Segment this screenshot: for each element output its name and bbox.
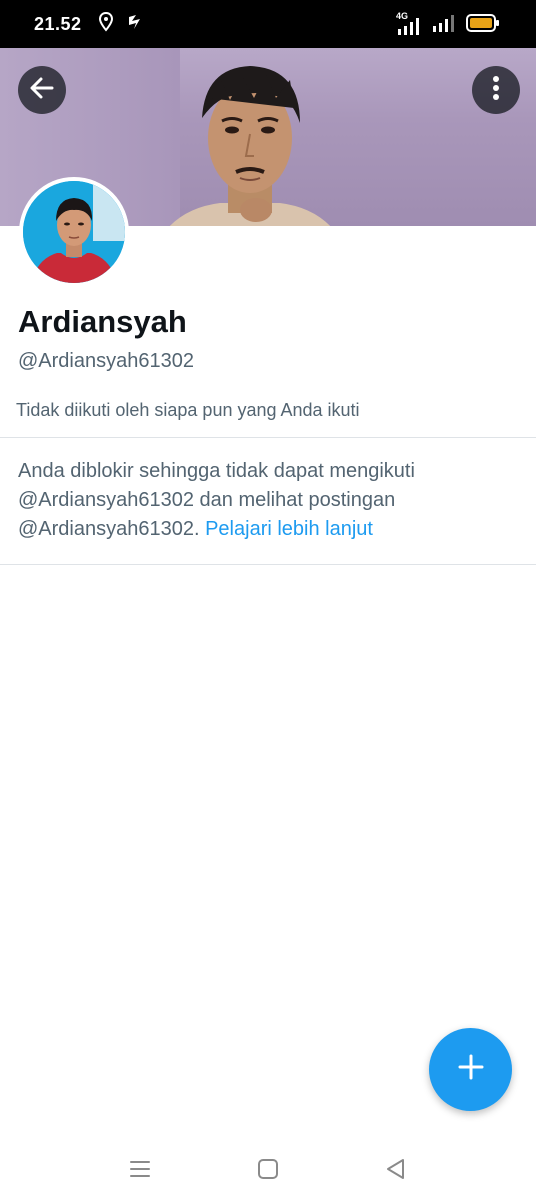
menu-icon[interactable] xyxy=(127,1156,153,1182)
compose-post-button[interactable] xyxy=(429,1028,512,1111)
battery-icon xyxy=(466,13,500,38)
arrow-left-icon xyxy=(28,74,56,107)
home-square-icon[interactable] xyxy=(255,1156,281,1182)
location-icon xyxy=(98,11,114,37)
banner-photo xyxy=(169,66,331,226)
status-left-icons xyxy=(98,11,146,37)
blocked-message: Anda diblokir sehingga tidak dapat mengi… xyxy=(18,457,518,544)
system-nav-bar xyxy=(0,1136,536,1200)
avatar-photo xyxy=(23,181,125,283)
profile-screen: 21.52 4G Ardiansyah @Ardiansyah61302 Tid… xyxy=(0,0,536,1200)
plus-icon xyxy=(457,1053,485,1086)
followed-by-text: Tidak diikuti oleh siapa pun yang Anda i… xyxy=(16,400,360,420)
status-right-icons: 4G xyxy=(396,11,500,39)
back-button[interactable] xyxy=(18,66,66,114)
signal-4g-icon: 4G xyxy=(396,11,422,37)
signal-icon xyxy=(432,12,456,39)
display-name: Ardiansyah xyxy=(18,304,187,339)
user-handle: @Ardiansyah61302 xyxy=(18,350,194,372)
status-bar: 21.52 4G xyxy=(0,0,536,48)
more-options-button[interactable] xyxy=(472,66,520,114)
cast-icon xyxy=(126,12,146,37)
learn-more-link[interactable]: Pelajari lebih lanjut xyxy=(205,518,373,540)
back-triangle-icon[interactable] xyxy=(383,1156,409,1182)
divider-top xyxy=(0,437,536,438)
status-time: 21.52 xyxy=(34,13,82,34)
more-vertical-icon xyxy=(492,75,500,106)
profile-avatar[interactable] xyxy=(19,177,129,287)
divider-bottom xyxy=(0,564,536,565)
